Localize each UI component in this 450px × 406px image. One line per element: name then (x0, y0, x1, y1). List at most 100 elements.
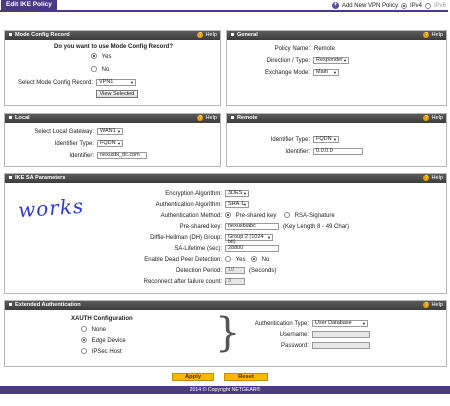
general-title: General (237, 32, 258, 38)
mode-config-header: Mode Config Record ? Help (5, 31, 220, 40)
direction-select[interactable]: Responder (313, 57, 349, 64)
local-panel: Local ?Help Select Local Gateway: WAN1 I… (4, 113, 221, 167)
xauth-none-radio[interactable] (81, 326, 87, 333)
xauth-ipsec-host-option[interactable]: IPSec Host (81, 348, 122, 356)
ike-sa-panel: IKE SA Parameters ? Help Encryption Algor… (4, 173, 447, 294)
mode-config-yes-radio[interactable] (91, 53, 97, 60)
help-link[interactable]: ? Help (423, 114, 443, 123)
dpd-no-radio[interactable] (251, 256, 257, 263)
remote-identifier-input[interactable]: 0.0.0.0 (313, 148, 363, 155)
exchange-mode-label: Exchange Mode: (264, 70, 310, 76)
mode-config-no-option[interactable]: No (91, 66, 109, 74)
dpd-yes-label: Yes (235, 257, 246, 263)
ext-auth-title: Extended Authentication (15, 302, 81, 308)
mode-config-select[interactable]: VPN1 (96, 79, 136, 86)
auth-method-psk-radio[interactable] (225, 212, 231, 219)
help-link[interactable]: ? Help (197, 31, 217, 40)
local-gateway-select[interactable]: WAN1 (97, 128, 123, 135)
policy-name-value: Remote (314, 46, 336, 52)
help-link[interactable]: ? Help (423, 174, 443, 183)
reset-button[interactable]: Reset (224, 373, 268, 381)
panel-bullet-icon (9, 116, 12, 120)
xauth-ipsec-host-label: IPSec Host (91, 349, 122, 355)
dpd-yes-option[interactable]: Yes (225, 256, 245, 264)
handwritten-note: works (17, 193, 85, 223)
remote-header: Remote ? Help (227, 114, 446, 123)
auth-method-psk-label: Pre-shared key (235, 213, 277, 219)
apply-button[interactable]: Apply (172, 373, 214, 381)
direction-label: Direction / Type: (266, 58, 310, 64)
auth-algorithm-select[interactable]: SHA-1 (225, 201, 249, 208)
local-id-type-label: Identifier Type: (54, 141, 94, 147)
ext-auth-panel: Extended Authentication ? Help XAUTH Conf… (4, 300, 447, 367)
panel-bullet-icon (231, 33, 234, 37)
sa-lifetime-label: SA-Lifetime (sec): (174, 246, 222, 252)
local-header: Local ? Help (5, 114, 220, 123)
encryption-select[interactable]: 3DES (225, 190, 249, 197)
local-title: Local (15, 115, 30, 121)
ike-sa-header: IKE SA Parameters ? Help (5, 174, 446, 183)
xauth-edge-device-label: Edge Device (91, 338, 126, 344)
psk-label: Pre-shared key: (179, 224, 222, 230)
title-rule (0, 10, 448, 12)
xauth-edge-device-option[interactable]: Edge Device (81, 337, 126, 345)
detection-period-unit: (Seconds) (249, 268, 277, 274)
local-id-type-select[interactable]: FQDN (97, 140, 123, 147)
mode-config-question: Do you want to use Mode Config Record? (54, 44, 173, 50)
general-header: General ? Help (227, 31, 446, 40)
mode-config-no-radio[interactable] (91, 66, 97, 73)
detection-period-input[interactable]: 10 (225, 267, 245, 274)
help-icon: ? (423, 31, 430, 38)
remote-title: Remote (237, 115, 258, 121)
reconnect-input[interactable]: 3 (225, 278, 245, 285)
auth-method-rsa-radio[interactable] (284, 212, 290, 219)
dh-group-select[interactable]: Group 2 (1024 bit) (225, 234, 273, 245)
username-label: Username: (279, 332, 309, 338)
psk-hint: (Key Length 8 - 49 Char) (283, 224, 350, 230)
panel-bullet-icon (9, 176, 12, 180)
help-icon: ? (423, 174, 430, 181)
xauth-edge-device-radio[interactable] (81, 337, 87, 344)
local-gateway-label: Select Local Gateway: (34, 129, 94, 135)
view-selected-button[interactable]: View Selected (96, 90, 138, 98)
general-panel: General ? Help Policy Name: Remote Direct… (226, 30, 447, 106)
ipv6-radio[interactable] (424, 2, 431, 9)
auth-method-psk-option[interactable]: Pre-shared key (225, 212, 276, 220)
ipv4-radio[interactable] (400, 2, 407, 9)
xauth-none-option[interactable]: None (81, 326, 106, 334)
detection-period-label: Detection Period: (175, 268, 222, 274)
xauth-ipsec-host-radio[interactable] (81, 348, 87, 355)
psk-input[interactable]: nexusbiabc (225, 223, 279, 230)
remote-id-type-select[interactable]: FQDN (313, 136, 339, 143)
help-link[interactable]: ? Help (423, 31, 443, 40)
top-bar: Edit IKE Policy + Add New VPN Policy IPv… (0, 0, 450, 12)
local-identifier-label: Identifier: (69, 153, 94, 159)
add-vpn-policy-link[interactable]: Add New VPN Policy (342, 3, 398, 9)
help-icon: ? (197, 114, 204, 121)
mode-config-panel: Mode Config Record ? Help Do you want to … (4, 30, 221, 106)
ike-sa-title: IKE SA Parameters (15, 175, 66, 181)
add-icon[interactable]: + (331, 2, 339, 9)
auth-method-rsa-option[interactable]: RSA-Signature (284, 212, 335, 220)
dpd-label: Enable Dead Peer Detection: (144, 257, 222, 263)
reconnect-label: Reconnect after failure count: (143, 279, 222, 285)
remote-id-type-label: Identifier Type: (270, 137, 310, 143)
help-link[interactable]: ? Help (423, 301, 443, 310)
mode-config-yes-option[interactable]: Yes (91, 53, 111, 61)
dpd-yes-radio[interactable] (225, 256, 231, 263)
remote-panel: Remote ?Help Identifier Type: FQDN Ident… (226, 113, 447, 167)
username-input[interactable] (312, 331, 370, 338)
ipv6-label: IPv6 (433, 2, 446, 9)
xauth-title: XAUTH Configuration (71, 316, 133, 322)
help-link[interactable]: ? Help (197, 114, 217, 123)
auth-type-select[interactable]: User Database (312, 320, 368, 327)
dpd-no-option[interactable]: No (251, 256, 269, 264)
sa-lifetime-input[interactable]: 28800 (225, 245, 279, 252)
page-title: Edit IKE Policy (1, 0, 57, 10)
local-identifier-input[interactable]: nexusbi_dc.com (97, 152, 147, 159)
password-input[interactable] (312, 342, 370, 349)
remote-identifier-label: Identifier: (285, 149, 310, 155)
exchange-mode-select[interactable]: Main (313, 69, 339, 76)
panel-bullet-icon (9, 303, 12, 307)
auth-type-label: Authentication Type: (254, 321, 309, 327)
